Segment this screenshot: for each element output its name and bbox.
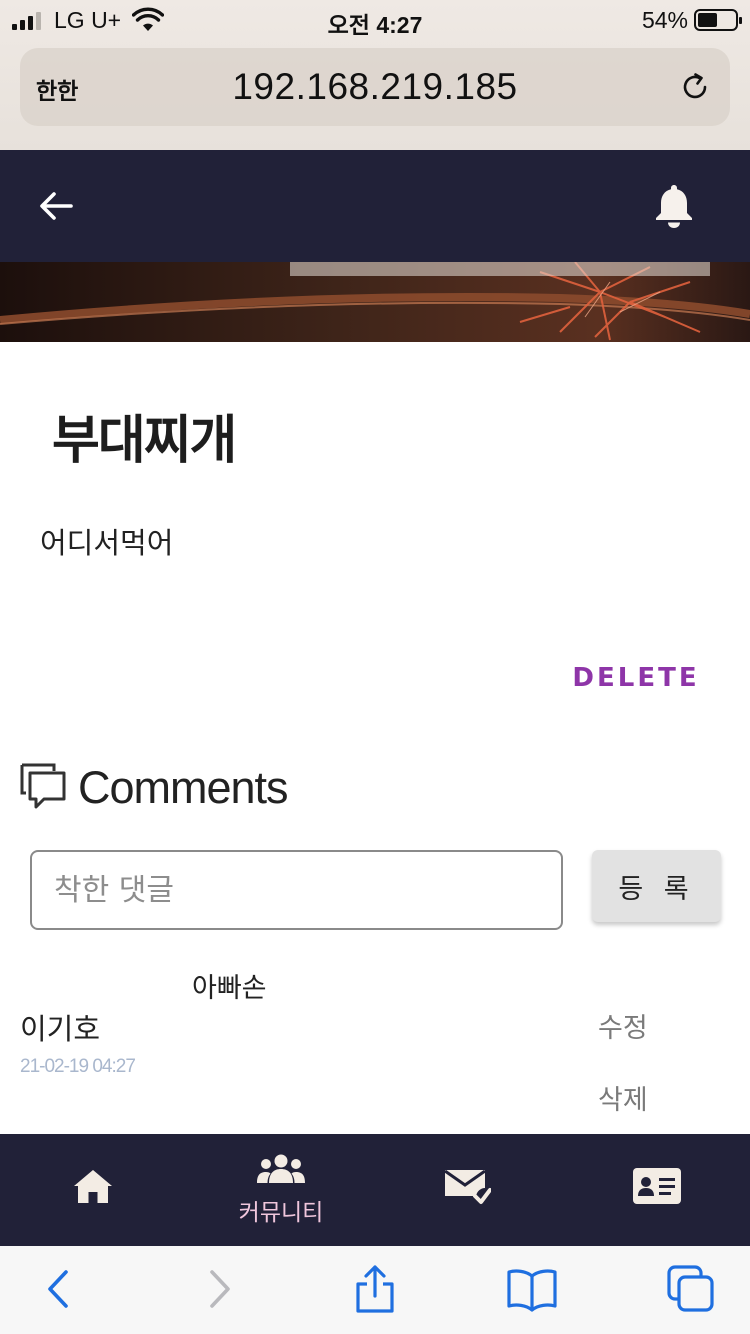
nav-community[interactable]: 커뮤니티 (226, 1134, 336, 1246)
home-icon (73, 1168, 113, 1208)
battery-icon (694, 9, 742, 31)
back-arrow-icon[interactable] (36, 186, 76, 226)
nav-community-label: 커뮤니티 (238, 1200, 324, 1226)
tabs-icon[interactable] (666, 1264, 716, 1314)
post-banner-image (0, 262, 750, 342)
status-bar: LG U+ 오전 4:27 54% (0, 0, 750, 40)
status-time: 오전 4:27 (327, 12, 423, 38)
url-text[interactable]: 192.168.219.185 (20, 66, 730, 108)
mail-check-icon (443, 1166, 492, 1210)
reload-icon[interactable] (678, 70, 712, 108)
nav-home[interactable] (52, 1134, 134, 1246)
nav-messages[interactable] (424, 1134, 510, 1246)
profile-card-icon (632, 1167, 682, 1209)
submit-comment-button[interactable]: 등 록 (592, 850, 721, 922)
address-bar[interactable]: 한한 192.168.219.185 (20, 48, 730, 126)
browser-forward-icon[interactable] (194, 1264, 244, 1314)
nav-profile[interactable] (614, 1134, 700, 1246)
comment-author: 이기호 (20, 1012, 101, 1046)
share-icon[interactable] (350, 1264, 400, 1314)
comments-title: Comments (78, 762, 289, 813)
app-header (0, 150, 750, 262)
comment-input[interactable] (30, 850, 563, 930)
notification-bell-icon[interactable] (654, 183, 694, 229)
delete-comment-button[interactable]: 삭제 (598, 1078, 648, 1117)
bottom-navigation: 커뮤니티 (0, 1134, 750, 1246)
comments-icon (20, 763, 66, 813)
battery-percent: 54% (641, 7, 688, 33)
browser-back-icon[interactable] (34, 1264, 84, 1314)
comment-date: 21-02-19 04:27 (20, 1056, 136, 1077)
safari-toolbar (0, 1246, 750, 1334)
edit-comment-button[interactable]: 수정 (598, 1006, 648, 1045)
community-icon (256, 1153, 306, 1189)
post-title: 부대찌개 (52, 411, 237, 471)
bookmarks-icon[interactable] (506, 1264, 557, 1314)
safari-top-area: LG U+ 오전 4:27 54% 한한 192.168.219.185 (0, 0, 750, 150)
delete-post-button[interactable]: DELETE (560, 650, 712, 706)
comment-text: 아빠손 (192, 973, 267, 1004)
post-body: 어디서먹어 (40, 526, 174, 560)
comments-heading: Comments (20, 762, 289, 814)
